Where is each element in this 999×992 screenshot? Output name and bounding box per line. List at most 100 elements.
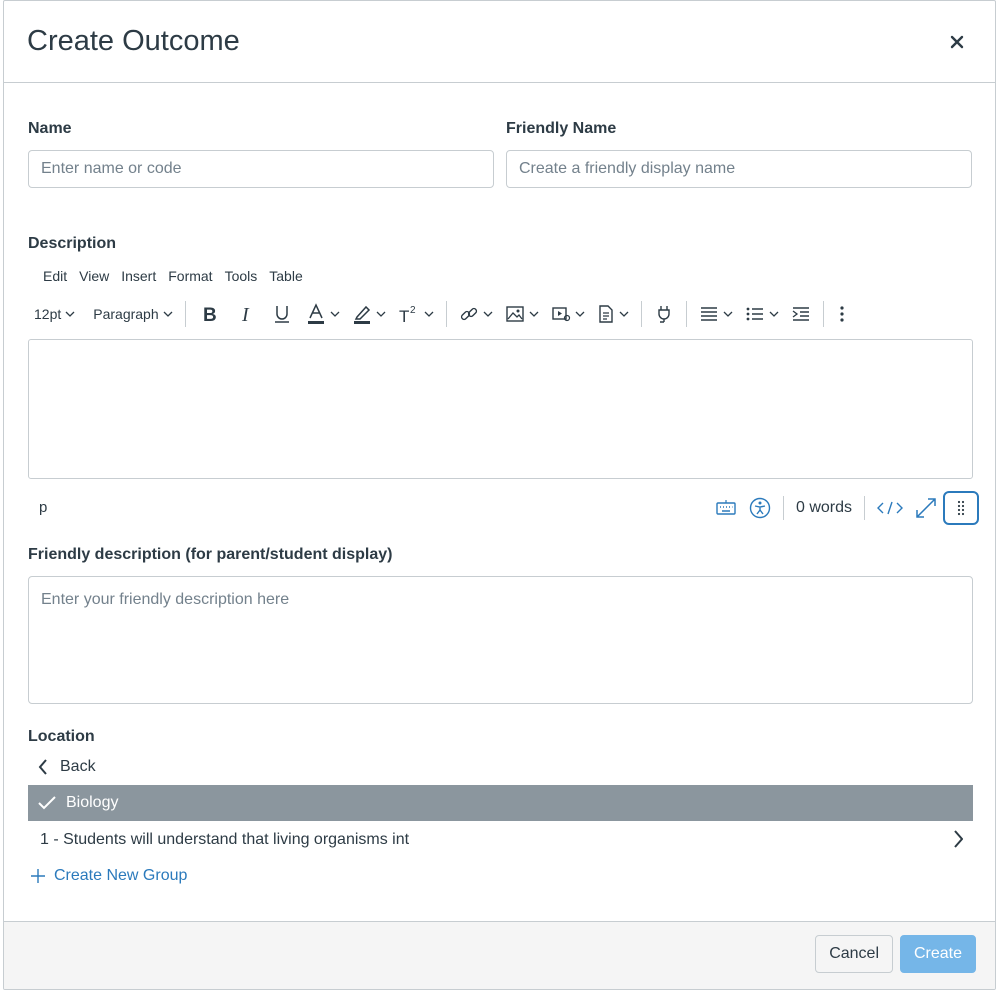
friendly-description-label: Friendly description (for parent/student… (28, 546, 393, 563)
menu-tools[interactable]: Tools (221, 267, 266, 285)
create-new-group-label: Create New Group (54, 867, 188, 884)
code-icon (877, 501, 903, 515)
block-format-value: Paragraph (93, 306, 159, 322)
friendly-name-label: Friendly Name (506, 120, 617, 137)
editor-menubar: Edit View Insert Format Tools Table (39, 267, 311, 285)
image-icon (505, 306, 524, 322)
underline-button[interactable] (264, 298, 300, 330)
fullscreen-button[interactable] (909, 492, 943, 524)
chevron-down-icon (424, 311, 434, 317)
element-path[interactable]: p (39, 499, 47, 516)
align-icon (700, 307, 717, 321)
chevron-down-icon (575, 311, 585, 317)
location-label: Location (28, 728, 95, 745)
plugin-button[interactable] (648, 298, 680, 330)
menu-view[interactable]: View (75, 267, 117, 285)
menu-insert[interactable]: Insert (117, 267, 164, 285)
status-divider (782, 496, 784, 520)
html-editor-button[interactable] (871, 492, 909, 524)
description-editor[interactable] (28, 339, 973, 479)
bold-button[interactable]: B (192, 298, 228, 330)
more-button[interactable] (830, 298, 854, 330)
description-label: Description (28, 235, 117, 252)
close-button[interactable] (943, 28, 971, 56)
italic-button[interactable]: I (228, 298, 264, 330)
align-button[interactable] (693, 298, 739, 330)
text-color-button[interactable] (300, 298, 346, 330)
font-size-value: 12pt (34, 306, 62, 322)
plus-icon (31, 869, 45, 883)
location-selected-label: Biology (66, 794, 119, 811)
block-format-select[interactable]: Paragraph (87, 298, 178, 330)
svg-text:B: B (203, 305, 217, 324)
link-icon (460, 307, 477, 321)
superscript-icon: T2 (399, 305, 416, 324)
toolbar-divider (445, 301, 447, 327)
chevron-down-icon (483, 311, 493, 317)
chevron-down-icon (529, 311, 539, 317)
italic-icon: I (241, 304, 250, 324)
document-icon (598, 305, 613, 323)
link-button[interactable] (453, 298, 499, 330)
indent-button[interactable] (785, 298, 817, 330)
menu-format[interactable]: Format (164, 267, 220, 285)
media-icon (551, 307, 570, 322)
location-item-label: 1 - Students will understand that living… (40, 831, 410, 848)
menu-edit[interactable]: Edit (39, 267, 75, 285)
accessibility-icon (749, 497, 771, 519)
location-selected-item[interactable]: Biology (28, 785, 973, 821)
keyboard-shortcuts-button[interactable] (709, 492, 743, 524)
modal-header: Create Outcome (4, 1, 995, 83)
name-label: Name (28, 120, 72, 137)
accessibility-checker-button[interactable] (743, 492, 777, 524)
toolbar-divider (685, 301, 687, 327)
chevron-right-icon (954, 830, 963, 848)
toolbar-divider (822, 301, 824, 327)
font-size-select[interactable]: 12pt (28, 298, 81, 330)
bold-icon: B (203, 305, 217, 324)
editor-toolbar: 12pt Paragraph B I T2 (28, 297, 978, 331)
media-button[interactable] (545, 298, 591, 330)
chevron-down-icon (619, 311, 629, 317)
list-icon (746, 307, 763, 321)
create-new-group-link[interactable]: Create New Group (30, 863, 187, 889)
modal-title: Create Outcome (27, 25, 240, 57)
text-color-icon (307, 303, 324, 324)
chevron-down-icon (65, 311, 75, 317)
list-button[interactable] (739, 298, 785, 330)
status-actions: 0 words (709, 491, 979, 525)
plugin-icon (657, 306, 670, 323)
chevron-down-icon (163, 311, 173, 317)
create-button[interactable]: Create (899, 935, 976, 973)
friendly-description-input[interactable] (28, 576, 973, 704)
chevron-down-icon (330, 311, 340, 317)
svg-text:T: T (399, 307, 409, 324)
svg-text:2: 2 (410, 305, 416, 316)
drag-handle-icon (957, 500, 965, 516)
location-back-button[interactable]: Back (38, 753, 96, 781)
resize-handle[interactable] (943, 491, 979, 525)
highlight-color-icon (353, 305, 370, 324)
expand-icon (916, 498, 936, 518)
indent-icon (792, 307, 809, 321)
editor-statusbar: p 0 words (28, 491, 979, 525)
superscript-button[interactable]: T2 (392, 298, 440, 330)
document-button[interactable] (591, 298, 635, 330)
chevron-down-icon (769, 311, 779, 317)
image-button[interactable] (499, 298, 545, 330)
chevron-down-icon (376, 311, 386, 317)
friendly-name-input[interactable] (506, 150, 972, 188)
location-back-label: Back (60, 758, 96, 775)
chevron-down-icon (723, 311, 733, 317)
highlight-color-button[interactable] (346, 298, 392, 330)
svg-text:I: I (241, 304, 250, 324)
underline-icon (274, 306, 289, 323)
location-list-item[interactable]: 1 - Students will understand that living… (28, 822, 973, 858)
toolbar-divider (640, 301, 642, 327)
status-divider (864, 496, 865, 520)
name-input[interactable] (28, 150, 494, 188)
cancel-button[interactable]: Cancel (815, 935, 893, 973)
word-count: 0 words (795, 499, 852, 516)
menu-table[interactable]: Table (265, 267, 310, 285)
toolbar-divider (184, 301, 186, 327)
